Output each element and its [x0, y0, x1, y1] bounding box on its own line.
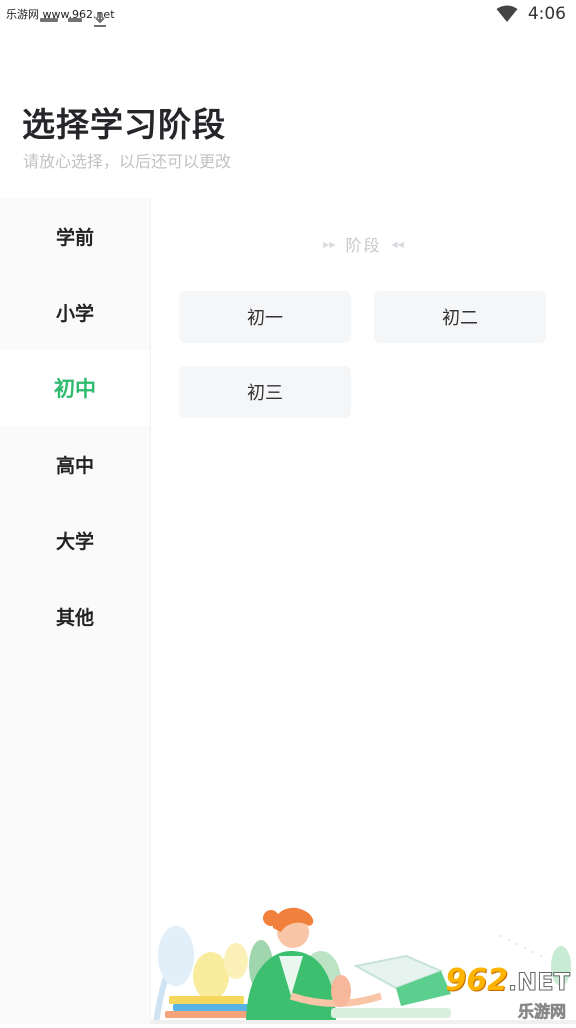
grade-button-2[interactable]: 初二 — [374, 291, 546, 343]
watermark-domain: .NET — [508, 968, 571, 997]
site-watermark-logo: 962.NET — [445, 963, 570, 998]
grade-button-1[interactable]: 初一 — [179, 291, 351, 343]
download-icon — [94, 13, 106, 27]
notification-icons — [40, 12, 108, 28]
section-title: 阶段 — [345, 236, 382, 255]
grade-label: 初三 — [247, 383, 283, 404]
sidebar-item-label: 小学 — [55, 302, 94, 325]
notification-bar-icon — [40, 18, 58, 22]
status-bar: 乐游网 www.962.net 4:06 — [0, 0, 576, 32]
sidebar-item-label: 学前 — [55, 226, 94, 249]
sidebar-item-label: 其他 — [55, 606, 94, 629]
sidebar-item-junior-high[interactable]: 初中 — [0, 350, 150, 426]
student-illustration: 962.NET 乐游网 — [151, 896, 576, 1025]
sidebar-item-label: 大学 — [55, 530, 94, 553]
grade-label: 初一 — [247, 308, 283, 329]
sidebar-item-primary[interactable]: 小学 — [0, 274, 150, 350]
page-subtitle: 请放心选择，以后还可以更改 — [23, 152, 232, 171]
grade-label: 初二 — [442, 308, 478, 329]
double-arrow-right-icon: ▶▶ — [323, 239, 336, 249]
wifi-icon — [496, 5, 518, 22]
watermark-site-name: 乐游网 — [517, 1002, 567, 1022]
sidebar-item-preschool[interactable]: 学前 — [0, 198, 150, 274]
sidebar-item-label: 高中 — [55, 454, 94, 477]
notification-bar-icon — [68, 18, 82, 22]
page-title: 选择学习阶段 — [22, 105, 226, 144]
sidebar-item-senior-high[interactable]: 高中 — [0, 426, 150, 502]
sidebar-item-other[interactable]: 其他 — [0, 578, 150, 654]
stage-sidebar: 学前 小学 初中 高中 大学 其他 — [0, 198, 151, 1024]
page-header: 选择学习阶段 请放心选择，以后还可以更改 — [0, 32, 576, 198]
double-arrow-left-icon: ◀◀ — [391, 239, 404, 249]
grade-button-3[interactable]: 初三 — [179, 366, 351, 418]
reading-student-illustration — [151, 907, 576, 1025]
sidebar-item-label: 初中 — [54, 377, 96, 401]
watermark-number: 962 — [445, 963, 509, 998]
section-heading: ▶▶ 阶段 ◀◀ — [151, 232, 576, 256]
clock: 4:06 — [527, 4, 566, 24]
sidebar-item-university[interactable]: 大学 — [0, 502, 150, 578]
